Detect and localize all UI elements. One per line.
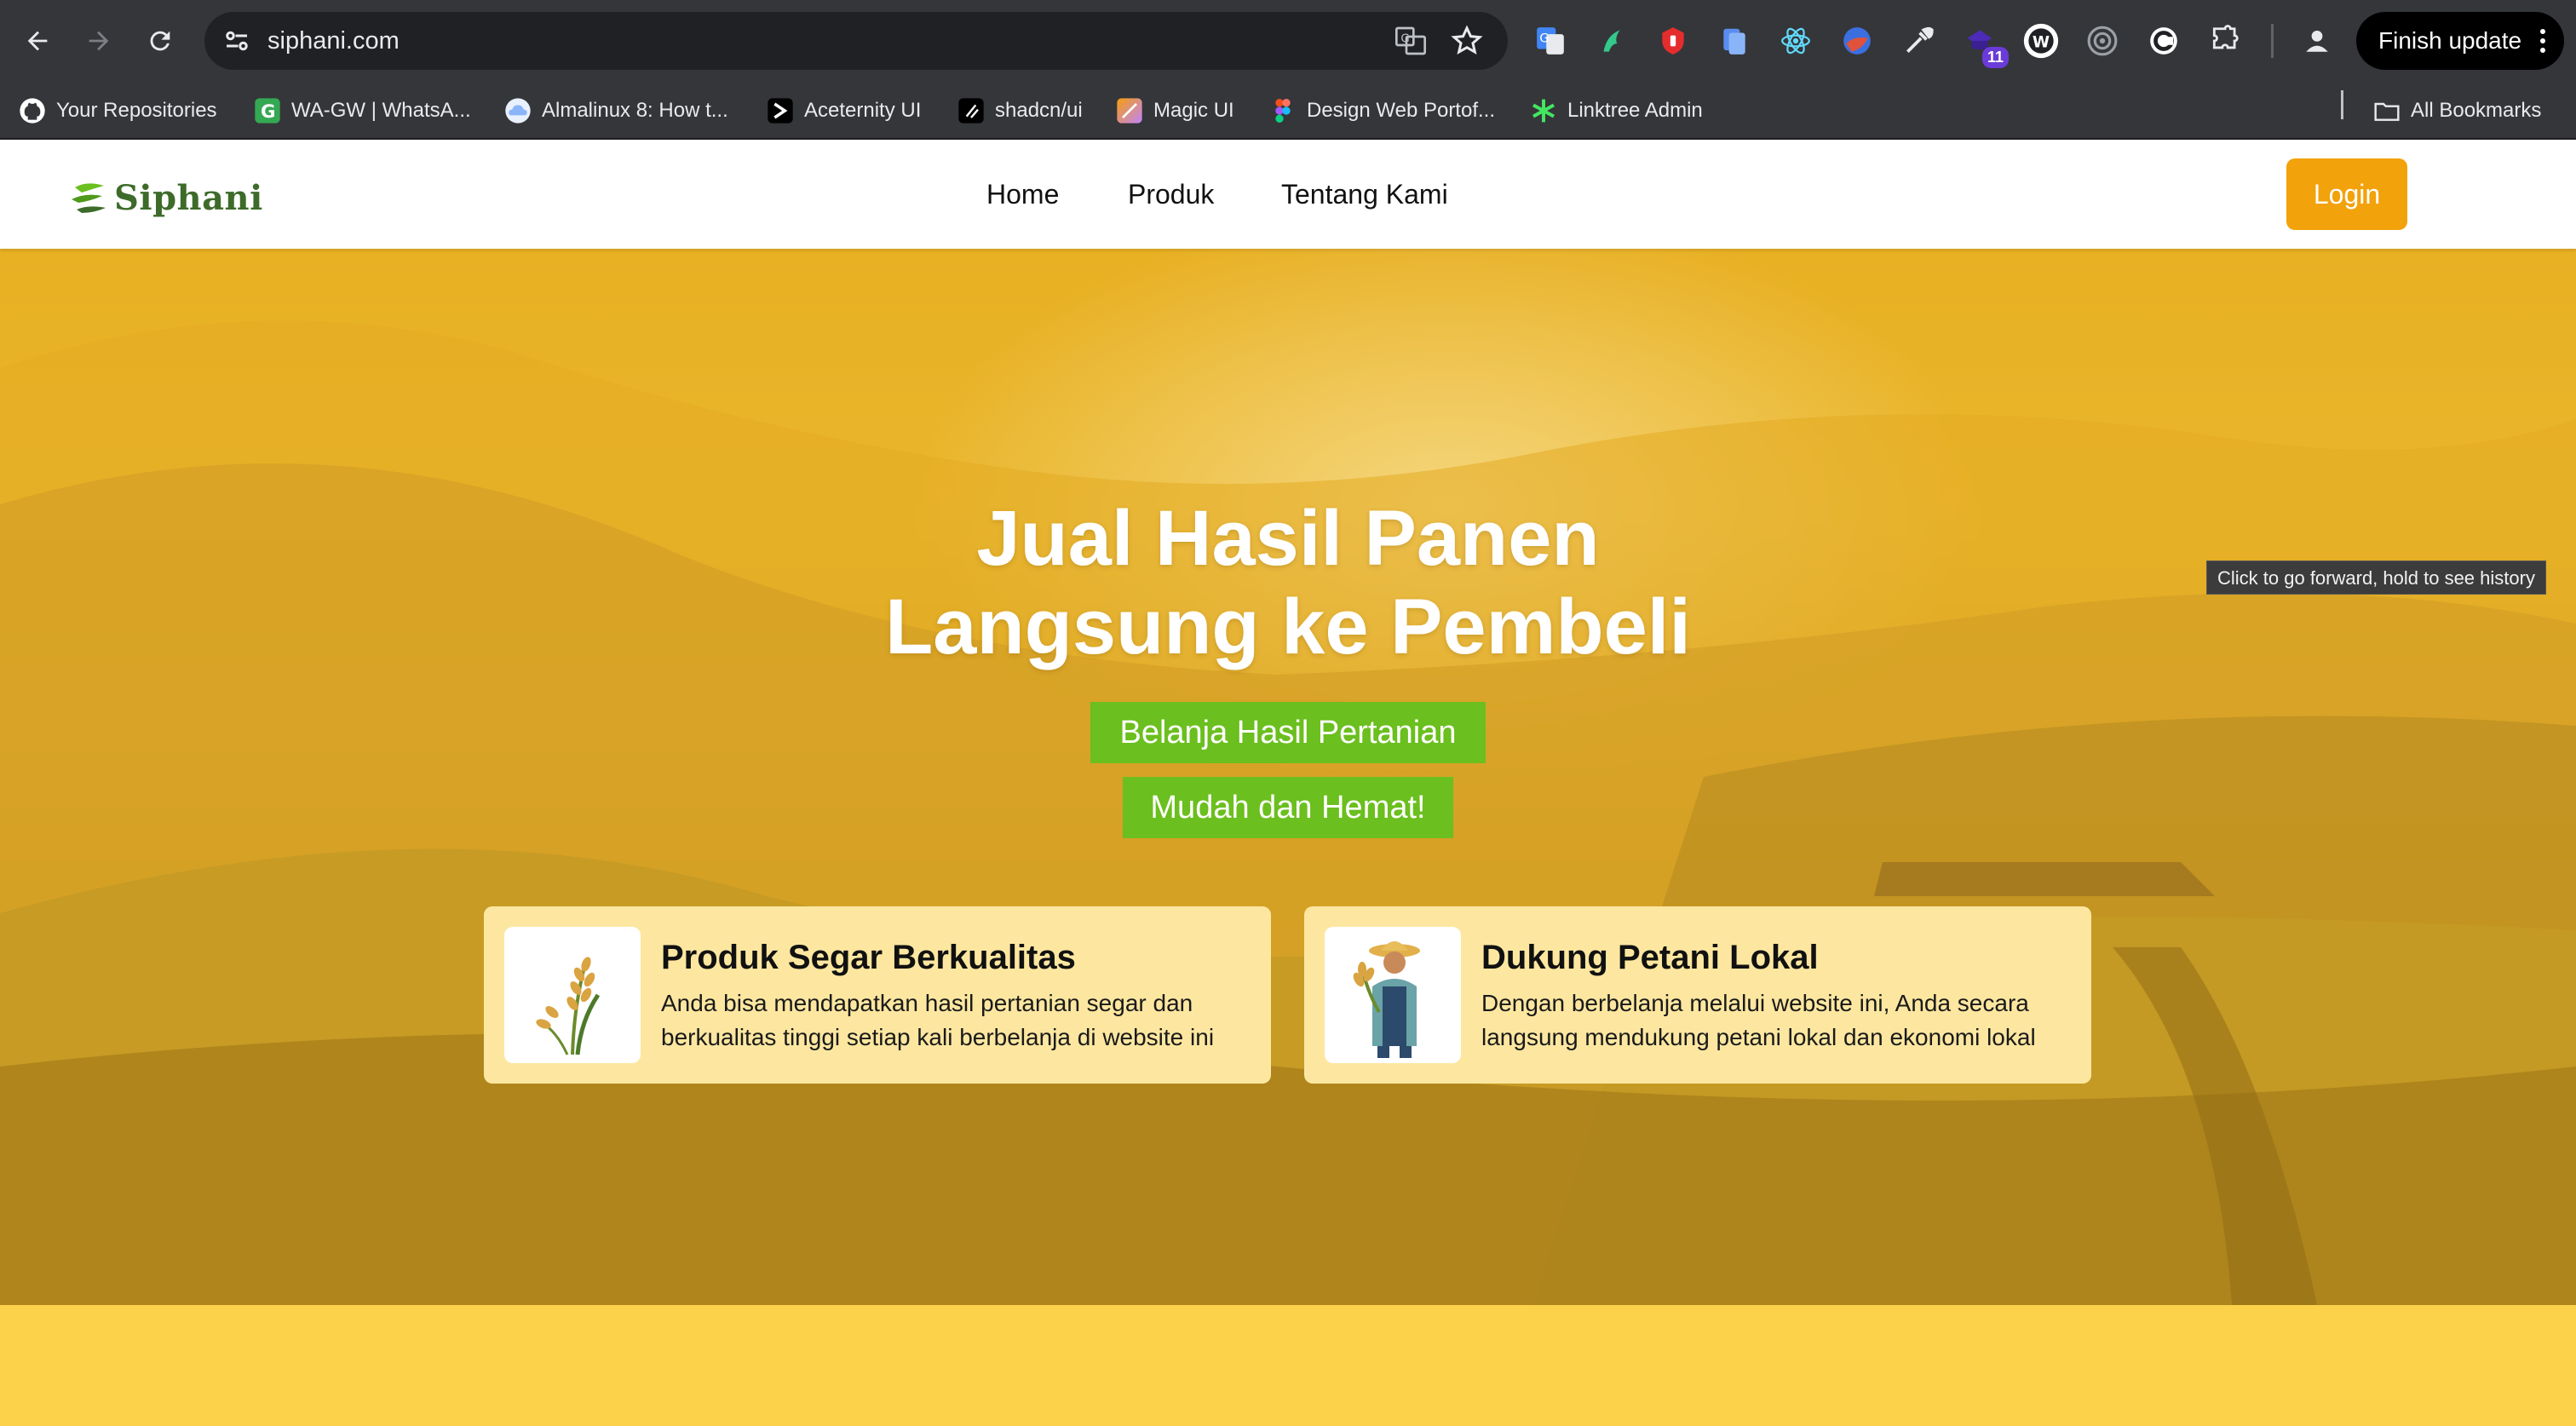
feature-text: Dengan berbelanja melalui website ini, A… (1481, 990, 2036, 1050)
bookmark-label: Design Web Portof... (1307, 99, 1495, 122)
bookmark-label: shadcn/ui (995, 99, 1083, 122)
extension-badge: 11 (1981, 47, 2009, 68)
logo-text: Siphani (114, 177, 263, 218)
github-icon (20, 98, 45, 124)
feature-text: Anda bisa mendapatkan hasil pertanian se… (661, 990, 1215, 1050)
extensions-puzzle-icon[interactable] (2206, 22, 2244, 60)
reload-icon (150, 31, 170, 51)
magic-icon (1117, 98, 1142, 124)
hero-title-line2: Langsung ke Pembeli (885, 584, 1691, 670)
forward-tooltip: Click to go forward, hold to see history (2206, 561, 2546, 595)
svg-text:W: W (2033, 33, 2050, 51)
purple-extension-icon[interactable]: 11 (1961, 22, 2009, 68)
figma-icon (1275, 99, 1291, 123)
wappalyzer-icon[interactable]: W (2022, 22, 2060, 60)
feature-card-support-farmers: Dukung Petani Lokal Dengan berbelanja me… (1304, 906, 2091, 1084)
all-bookmarks-folder[interactable]: All Bookmarks (2373, 82, 2541, 140)
web-page: Siphani Home Produk Tentang Kami Login J… (0, 140, 2576, 1426)
hero-tagline-2: Mudah dan Hemat! (1123, 777, 1453, 838)
bookmark-almalinux[interactable]: Almalinux 8: How t... (504, 82, 728, 140)
url-text: siphani.com (267, 27, 400, 55)
dragon-extension-icon[interactable] (1593, 22, 1630, 60)
arrow-left-icon (27, 31, 48, 51)
browser-toolbar: siphani.com G G 11 W Finish update (0, 0, 2576, 82)
nav-produk[interactable]: Produk (1128, 140, 1214, 249)
bookmark-label: Magic UI (1153, 99, 1234, 122)
bookmark-wa-gw[interactable]: G WA-GW | WhatsA... (254, 82, 471, 140)
bookmark-label: Your Repositories (56, 99, 217, 122)
bookmarks-divider (2341, 90, 2343, 119)
hero-title: Jual Hasil Panen Langsung ke Pembeli (777, 494, 1799, 671)
bookmark-label: Linktree Admin (1567, 99, 1703, 122)
bookmark-aceternity-ui[interactable]: Aceternity UI (767, 82, 921, 140)
bookmark-label: Almalinux 8: How t... (542, 99, 728, 122)
site-settings-icon[interactable] (221, 26, 252, 56)
react-devtools-icon[interactable] (1777, 22, 1814, 60)
login-button[interactable]: Login (2286, 158, 2407, 230)
shield-extension-icon[interactable] (1654, 22, 1692, 60)
bookmark-design-web-portfolio[interactable]: Design Web Portof... (1269, 82, 1495, 140)
site-header: Siphani Home Produk Tentang Kami Login (0, 140, 2576, 249)
bookmark-linktree-admin[interactable]: Linktree Admin (1530, 82, 1703, 140)
bookmark-label: Aceternity UI (804, 99, 922, 122)
feature-title: Dukung Petani Lokal (1481, 939, 1819, 976)
menu-kebab-icon (2540, 29, 2545, 57)
bookmark-your-repositories[interactable]: Your Repositories (19, 82, 217, 140)
color-picker-icon[interactable] (1900, 22, 1937, 60)
profile-icon[interactable] (2298, 22, 2336, 60)
hero-section: Jual Hasil Panen Langsung ke Pembeli Bel… (0, 249, 2576, 1305)
farmer-icon (1325, 927, 1461, 1063)
bookmarks-bar: Your Repositories G WA-GW | WhatsA... Al… (0, 82, 2576, 140)
leaf-logo-icon (72, 183, 106, 213)
green-g-icon: G (255, 98, 280, 124)
bookmark-shadcn-ui[interactable]: shadcn/ui (957, 82, 1083, 140)
arrow-right-icon (89, 31, 109, 51)
asterisk-icon (1532, 99, 1555, 123)
toolbar-divider (2271, 24, 2274, 58)
nav-home[interactable]: Home (986, 140, 1059, 249)
bookmark-magic-ui[interactable]: Magic UI (1116, 82, 1234, 140)
document-extension-icon[interactable] (1716, 22, 1753, 60)
globe-extension-icon[interactable] (1838, 22, 1876, 60)
chevron-icon (768, 98, 793, 124)
back-button[interactable] (14, 17, 61, 65)
svg-text:G: G (261, 101, 276, 123)
forward-button[interactable] (75, 17, 123, 65)
rice-stalk-icon (504, 927, 641, 1063)
bookmark-label: WA-GW | WhatsA... (291, 99, 471, 122)
copyright-extension-icon[interactable] (2145, 22, 2182, 60)
slash-icon (958, 98, 984, 124)
next-section (0, 1305, 2576, 1426)
nav-tentang-kami[interactable]: Tentang Kami (1281, 140, 1448, 249)
reload-button[interactable] (136, 17, 184, 65)
cloud-icon (505, 98, 531, 124)
address-bar[interactable]: siphani.com G (204, 12, 1508, 70)
finish-update-button[interactable]: Finish update (2356, 12, 2564, 70)
star-icon[interactable] (1450, 24, 1484, 58)
google-translate-extension-icon[interactable]: G (1532, 22, 1569, 60)
feature-title: Produk Segar Berkualitas (661, 939, 1076, 976)
finish-update-label: Finish update (2378, 27, 2522, 54)
all-bookmarks-label: All Bookmarks (2411, 99, 2542, 122)
svg-text:G: G (1400, 33, 1409, 46)
feature-card-fresh-products: Produk Segar Berkualitas Anda bisa menda… (484, 906, 1271, 1084)
hero-tagline-1: Belanja Hasil Pertanian (1090, 702, 1486, 763)
folder-icon (2374, 102, 2400, 121)
svg-text:G: G (1539, 32, 1549, 46)
target-extension-icon[interactable] (2084, 22, 2121, 60)
hero-title-line1: Jual Hasil Panen (976, 495, 1600, 582)
siphani-logo[interactable]: Siphani (70, 174, 263, 221)
translate-icon[interactable]: G (1394, 24, 1428, 58)
